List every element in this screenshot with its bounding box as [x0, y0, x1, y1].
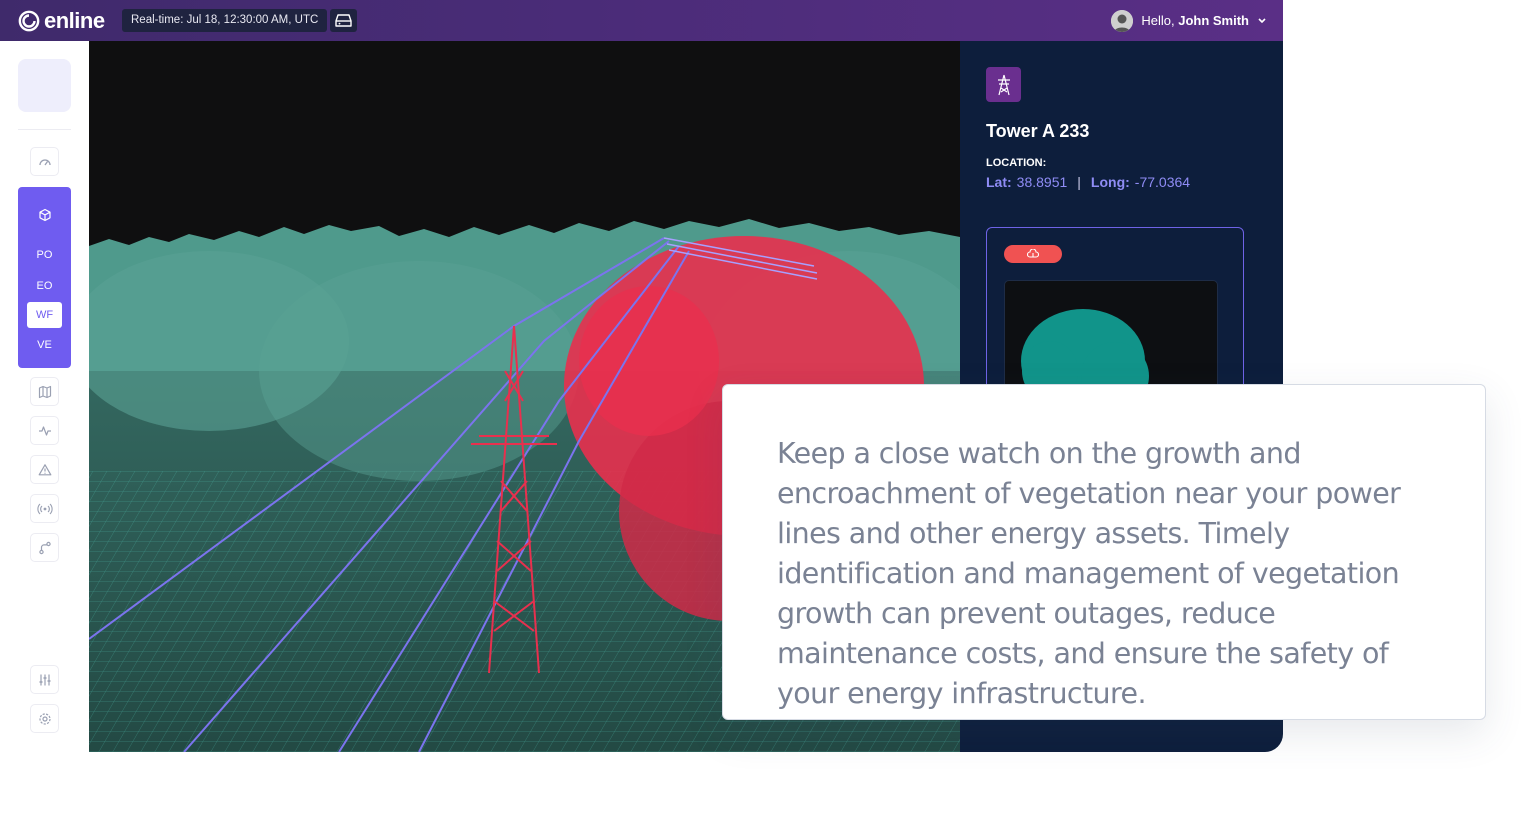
- sidebar-item-filters[interactable]: [30, 665, 59, 694]
- sidebar-item-alerts[interactable]: [30, 455, 59, 484]
- sidebar-item-po[interactable]: PO: [27, 242, 62, 268]
- sidebar-item-eo[interactable]: EO: [27, 273, 62, 299]
- avatar: [1111, 9, 1134, 32]
- cube-icon: [38, 208, 51, 221]
- long-value: -77.0364: [1134, 174, 1191, 190]
- sidebar: PO EO WF VE: [0, 41, 89, 752]
- feature-description-text: Keep a close watch on the growth and enc…: [777, 437, 1401, 710]
- top-bar: enline Real-time: Jul 18, 12:30:00 AM, U…: [0, 0, 1283, 41]
- alert-status-badge: [1004, 245, 1062, 263]
- sidebar-item-map[interactable]: [30, 377, 59, 406]
- coords-separator: |: [1077, 174, 1081, 190]
- activity-icon: [38, 425, 51, 436]
- sidebar-item-signals[interactable]: [30, 494, 59, 523]
- brand-logo[interactable]: enline: [18, 8, 105, 34]
- feature-description-card: Keep a close watch on the growth and enc…: [722, 384, 1486, 720]
- sidebar-group-toggle[interactable]: [30, 200, 59, 229]
- long-label: Long:: [1090, 174, 1130, 190]
- user-name: John Smith: [1178, 13, 1249, 28]
- sliders-icon: [39, 674, 50, 685]
- location-coordinates: Lat: 38.8951 | Long: -77.0364: [986, 174, 1190, 190]
- sidebar-item-settings[interactable]: [30, 704, 59, 733]
- realtime-clock: Real-time: Jul 18, 12:30:00 AM, UTC: [122, 9, 328, 32]
- settings-icon: [38, 712, 51, 725]
- user-menu[interactable]: Hello, John Smith: [1111, 9, 1267, 32]
- sidebar-item-routes[interactable]: [30, 533, 59, 562]
- drive-icon: [335, 14, 352, 27]
- lat-label: Lat:: [986, 174, 1012, 190]
- broadcast-icon: [36, 503, 53, 514]
- asset-title: Tower A 233: [986, 121, 1090, 141]
- sidebar-group-modules: PO EO WF VE: [18, 187, 71, 368]
- greeting-text: Hello,: [1141, 13, 1175, 28]
- chevron-down-icon: [1258, 17, 1266, 23]
- brand-mark-icon: [18, 10, 40, 32]
- map-icon: [38, 385, 51, 398]
- sidebar-item-dashboard[interactable]: [30, 147, 59, 176]
- route-icon: [38, 541, 51, 554]
- lat-value: 38.8951: [1016, 174, 1068, 190]
- sidebar-divider: [18, 129, 71, 130]
- brand-name: enline: [44, 8, 105, 33]
- location-label: LOCATION:: [986, 157, 1047, 169]
- sidebar-item-ve[interactable]: VE: [27, 332, 62, 358]
- transmission-tower-icon: [997, 74, 1010, 95]
- sidebar-logo-slot[interactable]: [18, 59, 71, 112]
- asset-type-badge: [986, 67, 1021, 102]
- alert-triangle-icon: [38, 463, 51, 475]
- drive-button[interactable]: [330, 9, 357, 32]
- sidebar-item-wf[interactable]: WF: [27, 302, 62, 328]
- dashboard-gauge-icon: [38, 158, 51, 165]
- sidebar-item-activity[interactable]: [30, 416, 59, 445]
- cloud-alert-icon: [1027, 249, 1039, 258]
